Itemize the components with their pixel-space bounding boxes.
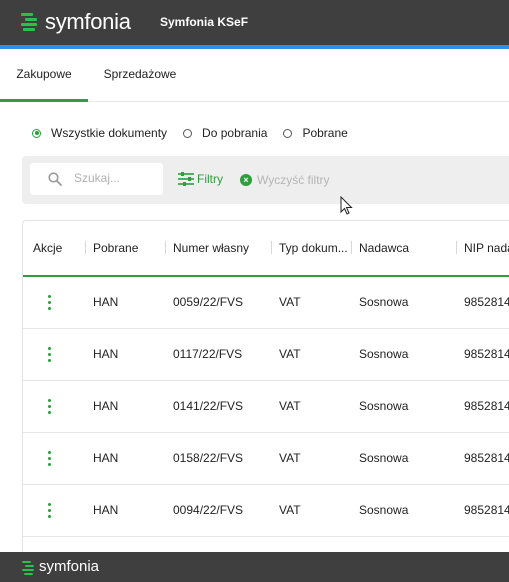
column-header-pobrane[interactable]: Pobrane [93, 241, 138, 255]
tab-zakupowe[interactable]: Zakupowe [0, 49, 88, 101]
cell-numer: 0059/22/FVS [173, 295, 244, 309]
radio-label: Do pobrania [202, 126, 268, 140]
radio-selected-icon [32, 128, 41, 138]
cell-nip: 9852814 [464, 503, 509, 517]
column-header-nip[interactable]: NIP nada [464, 241, 509, 255]
cell-pobrane: HAN [93, 295, 119, 309]
radio-unselected-icon [283, 128, 293, 138]
symfonia-logo[interactable]: symfonia [21, 10, 131, 34]
cell-numer: 0117/22/FVS [173, 347, 243, 361]
column-header-numer[interactable]: Numer własny [173, 241, 249, 255]
cell-typ: VAT [279, 399, 301, 413]
cell-typ: VAT [279, 451, 301, 465]
close-circle-icon: × [240, 174, 252, 186]
radio-all-documents[interactable]: Wszystkie dokumenty [32, 126, 167, 140]
mouse-cursor-icon [340, 196, 353, 215]
kebab-menu-icon[interactable] [47, 347, 53, 363]
table-row[interactable]: HAN 0158/22/FVS VAT Sosnowa 9852814 [23, 433, 509, 485]
sliders-icon [178, 172, 194, 186]
column-divider[interactable] [456, 241, 457, 254]
cell-nip: 9852814 [464, 347, 509, 361]
top-bar: symfonia Symfonia KSeF [0, 0, 509, 45]
search-input[interactable] [74, 171, 159, 185]
kebab-menu-icon[interactable] [47, 451, 53, 467]
search-box[interactable] [30, 163, 163, 195]
symfonia-logo-icon [22, 560, 35, 575]
cell-pobrane: HAN [93, 451, 119, 465]
filter-toolbar: Filtry × Wyczyść filtry [22, 156, 509, 204]
cell-pobrane: HAN [93, 347, 119, 361]
radio-label: Pobrane [302, 126, 348, 140]
table-row[interactable]: HAN 0059/22/FVS VAT Sosnowa 9852814 [23, 277, 509, 329]
table-row[interactable]: HAN 0094/22/FVS VAT Sosnowa 9852814 [23, 485, 509, 537]
cell-pobrane: HAN [93, 503, 119, 517]
column-divider[interactable] [165, 241, 166, 254]
radio-unselected-icon [183, 128, 193, 138]
symfonia-logo-icon [21, 12, 39, 33]
kebab-menu-icon[interactable] [47, 295, 53, 311]
filters-label: Filtry [197, 172, 223, 186]
document-filter-radios: Wszystkie dokumenty Do pobrania Pobrane [32, 126, 364, 140]
radio-label: Wszystkie dokumenty [51, 126, 168, 140]
filters-button[interactable]: Filtry [178, 172, 223, 186]
search-icon [48, 172, 62, 186]
cell-typ: VAT [279, 503, 301, 517]
footer-logo: symfonia [22, 559, 99, 575]
cell-nadawca: Sosnowa [359, 347, 409, 361]
cell-numer: 0141/22/FVS [173, 399, 244, 413]
cell-nip: 9852814 [464, 295, 509, 309]
cell-numer: 0094/22/FVS [173, 503, 244, 517]
cell-nip: 9852814 [464, 451, 509, 465]
tab-sprzedazowe[interactable]: Sprzedażowe [98, 49, 182, 101]
logo-text: symfonia [45, 9, 131, 34]
table-row[interactable]: HAN 0141/22/FVS VAT Sosnowa 9852814 [23, 381, 509, 433]
kebab-menu-icon[interactable] [47, 503, 53, 519]
cell-numer: 0158/22/FVS [173, 451, 244, 465]
table-row[interactable]: HAN 0117/22/FVS VAT Sosnowa 9852814 [23, 329, 509, 381]
column-divider[interactable] [351, 241, 352, 254]
cell-pobrane: HAN [93, 399, 119, 413]
radio-downloaded[interactable]: Pobrane [283, 126, 348, 140]
column-divider[interactable] [271, 241, 272, 254]
cell-nadawca: Sosnowa [359, 451, 409, 465]
cell-typ: VAT [279, 295, 301, 309]
column-divider[interactable] [85, 241, 86, 254]
footer-bar: symfonia [0, 552, 509, 582]
documents-table: Akcje Pobrane Numer własny Typ dokum... … [22, 220, 509, 553]
table-header: Akcje Pobrane Numer własny Typ dokum... … [23, 221, 509, 277]
column-header-akcje[interactable]: Akcje [33, 241, 62, 255]
cell-nadawca: Sosnowa [359, 295, 409, 309]
tab-bar: Zakupowe Sprzedażowe [0, 49, 509, 102]
column-header-nadawca[interactable]: Nadawca [359, 241, 409, 255]
app-title: Symfonia KSeF [160, 15, 249, 29]
clear-filters-button[interactable]: × Wyczyść filtry [240, 173, 330, 187]
kebab-menu-icon[interactable] [47, 399, 53, 415]
active-tab-indicator [0, 99, 88, 102]
cell-typ: VAT [279, 347, 301, 361]
column-header-typ[interactable]: Typ dokum... [279, 241, 349, 255]
radio-to-download[interactable]: Do pobrania [183, 126, 267, 140]
footer-logo-text: symfonia [39, 558, 100, 575]
cell-nip: 9852814 [464, 399, 509, 413]
cell-nadawca: Sosnowa [359, 399, 409, 413]
cell-nadawca: Sosnowa [359, 503, 409, 517]
clear-filters-label: Wyczyść filtry [257, 173, 330, 187]
